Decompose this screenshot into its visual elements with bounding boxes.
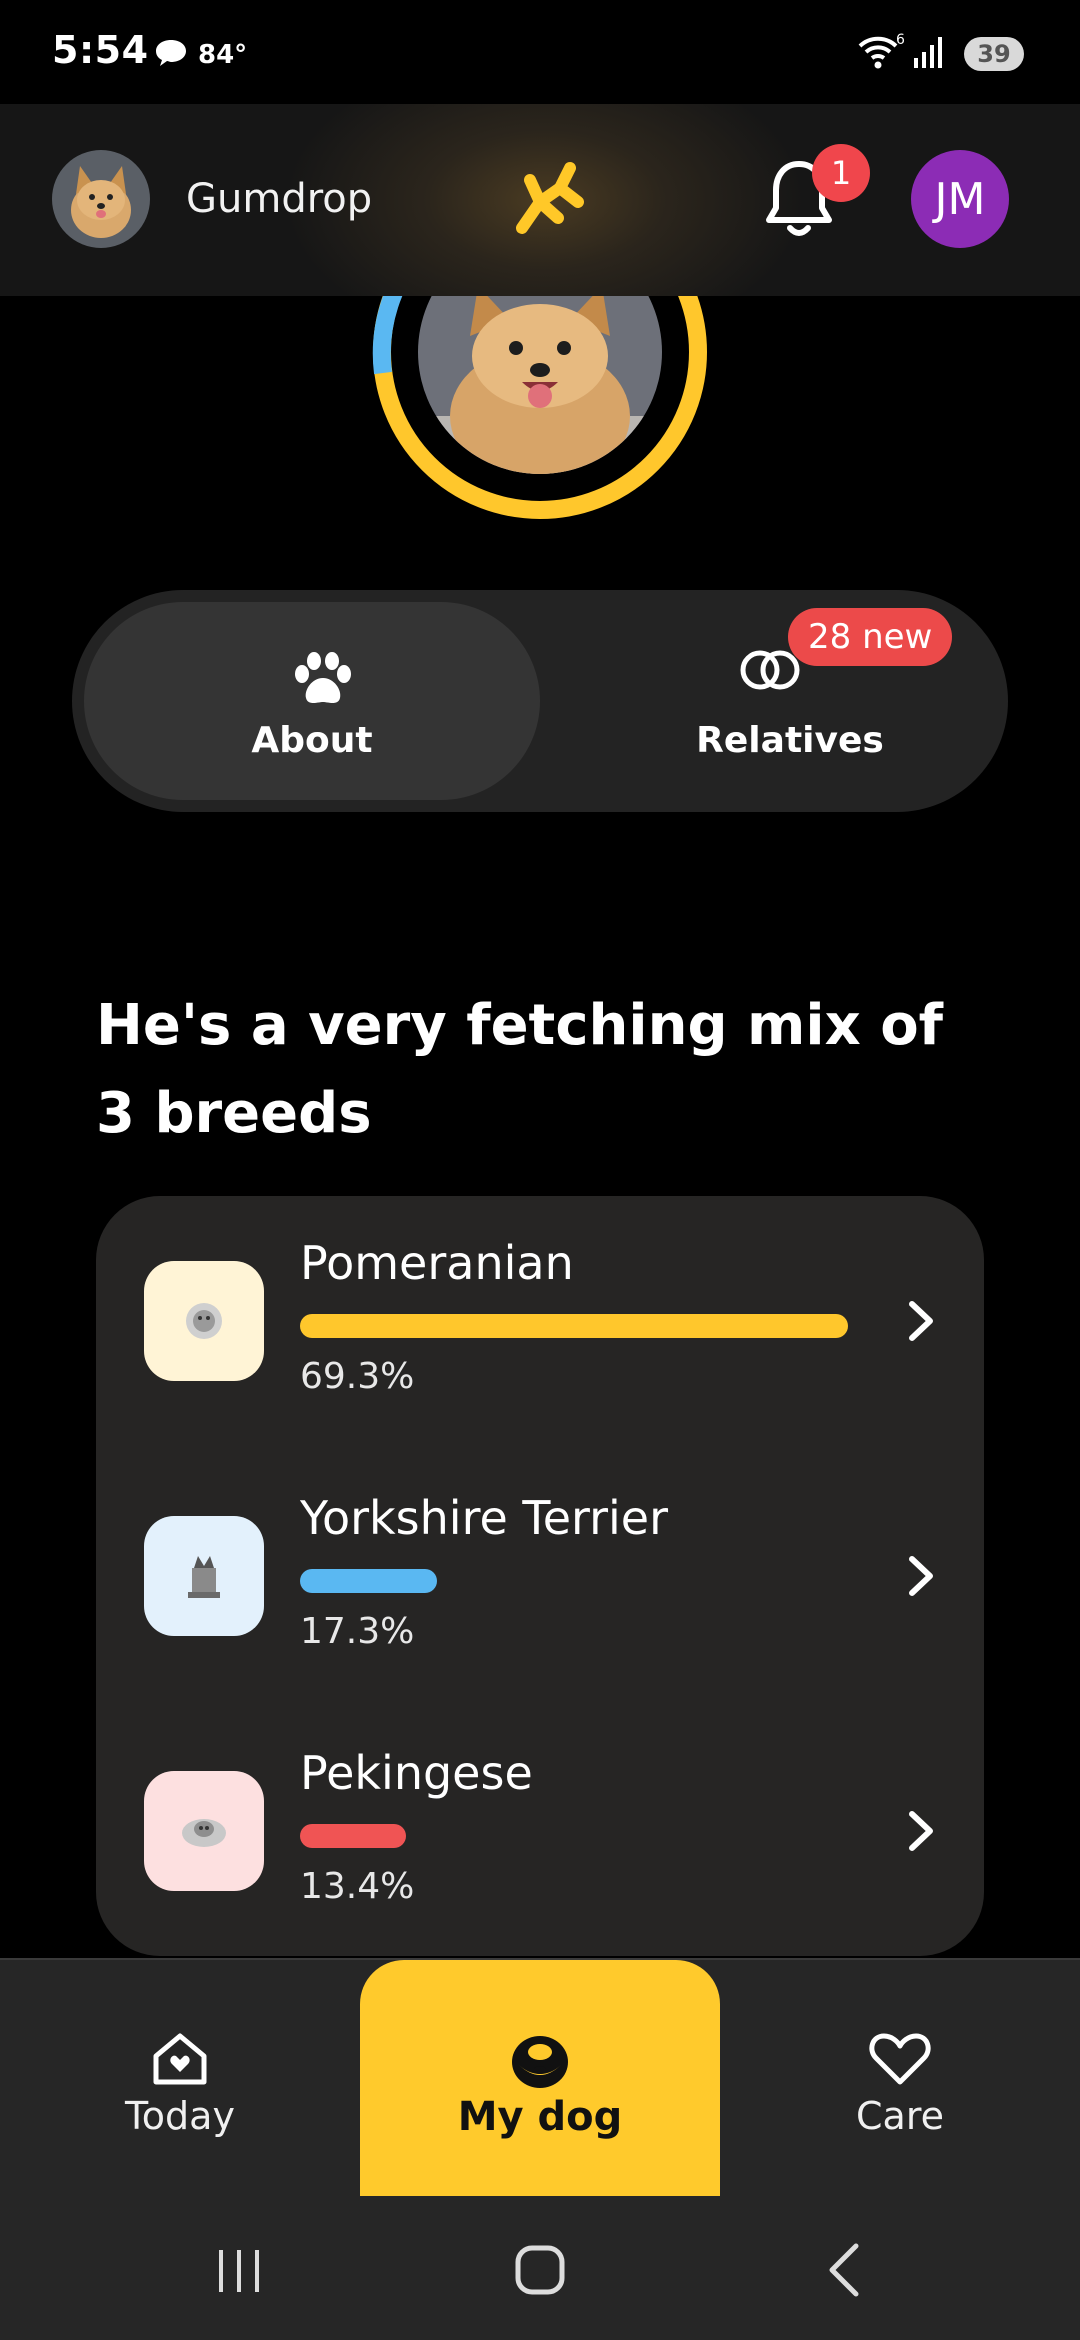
nav-my-dog[interactable]: My dog: [360, 1960, 720, 2196]
battery-indicator: 39: [964, 37, 1024, 71]
nav-care[interactable]: Care: [780, 1960, 1020, 2200]
breed-percent: 13.4%: [300, 1866, 415, 1907]
nav-care-label: Care: [856, 2094, 944, 2138]
relatives-new-badge: 28 new: [788, 608, 953, 666]
top-header: Gumdrop 1 JM: [0, 104, 1080, 296]
balloon-dog-logo-icon[interactable]: [500, 158, 584, 246]
status-time: 5:54: [52, 28, 149, 72]
pomeranian-sketch-icon: [186, 1303, 222, 1339]
breed-percent-bar: [300, 1824, 406, 1848]
dog-name[interactable]: Gumdrop: [186, 176, 372, 222]
breed-ring-avatar[interactable]: [370, 185, 710, 526]
breed-row[interactable]: Pomeranian 69.3%: [96, 1196, 984, 1446]
breed-mix-heading: He's a very fetching mix of 3 breeds: [96, 993, 944, 1146]
back-button-icon[interactable]: [826, 2242, 862, 2302]
breed-name: Yorkshire Terrier: [300, 1491, 668, 1545]
breed-percent-bar: [300, 1569, 437, 1593]
user-avatar[interactable]: JM: [911, 150, 1009, 248]
breed-percent: 17.3%: [300, 1611, 415, 1652]
breed-percent: 69.3%: [300, 1356, 415, 1397]
home-button-icon[interactable]: [514, 2244, 566, 2300]
chat-bubble-icon: [154, 38, 188, 72]
tab-about-label: About: [251, 720, 373, 761]
tab-relatives-label[interactable]: Relatives: [580, 720, 1000, 761]
svg-text:6: 6: [896, 32, 905, 48]
recent-apps-icon[interactable]: [214, 2246, 264, 2300]
breed-row[interactable]: Pekingese 13.4%: [96, 1706, 984, 1956]
breed-thumbnail: [144, 1516, 264, 1636]
bottom-navigation: Today My dog Care: [0, 1958, 1080, 2200]
dog-avatar[interactable]: [52, 150, 150, 248]
tab-about[interactable]: About: [84, 602, 540, 800]
status-temperature: 84°: [198, 40, 248, 70]
nav-today-label: Today: [125, 2094, 235, 2138]
paw-icon: [292, 652, 354, 712]
yorkshire-terrier-sketch-icon: [188, 1556, 220, 1598]
chevron-right-icon: [906, 1808, 936, 1858]
nav-my-dog-label: My dog: [457, 2094, 623, 2140]
dog-face-icon: [360, 2030, 720, 2090]
system-navigation-bar: [0, 2198, 1080, 2340]
status-bar: 5:54 84° 6 39: [0, 0, 1080, 104]
signal-icon: [912, 34, 948, 74]
breed-row[interactable]: Yorkshire Terrier 17.3%: [96, 1451, 984, 1701]
wifi-icon: 6: [856, 32, 906, 76]
breed-breakdown-card: Pomeranian 69.3% Yorkshire Terrier 17.3%: [96, 1196, 984, 1956]
pekingese-sketch-icon: [182, 1819, 226, 1847]
heart-icon: [780, 2030, 1020, 2088]
home-heart-icon: [60, 2030, 300, 2088]
breed-name: Pomeranian: [300, 1236, 574, 1290]
linked-rings-icon: [738, 648, 802, 696]
chevron-right-icon: [906, 1298, 936, 1348]
notification-badge: 1: [812, 144, 870, 202]
breed-thumbnail: [144, 1261, 264, 1381]
profile-tabs: About Relatives 28 new: [72, 590, 1008, 812]
chevron-right-icon: [906, 1553, 936, 1603]
breed-name: Pekingese: [300, 1746, 533, 1800]
breed-percent-bar: [300, 1314, 848, 1338]
nav-today[interactable]: Today: [60, 1960, 300, 2200]
breed-thumbnail: [144, 1771, 264, 1891]
